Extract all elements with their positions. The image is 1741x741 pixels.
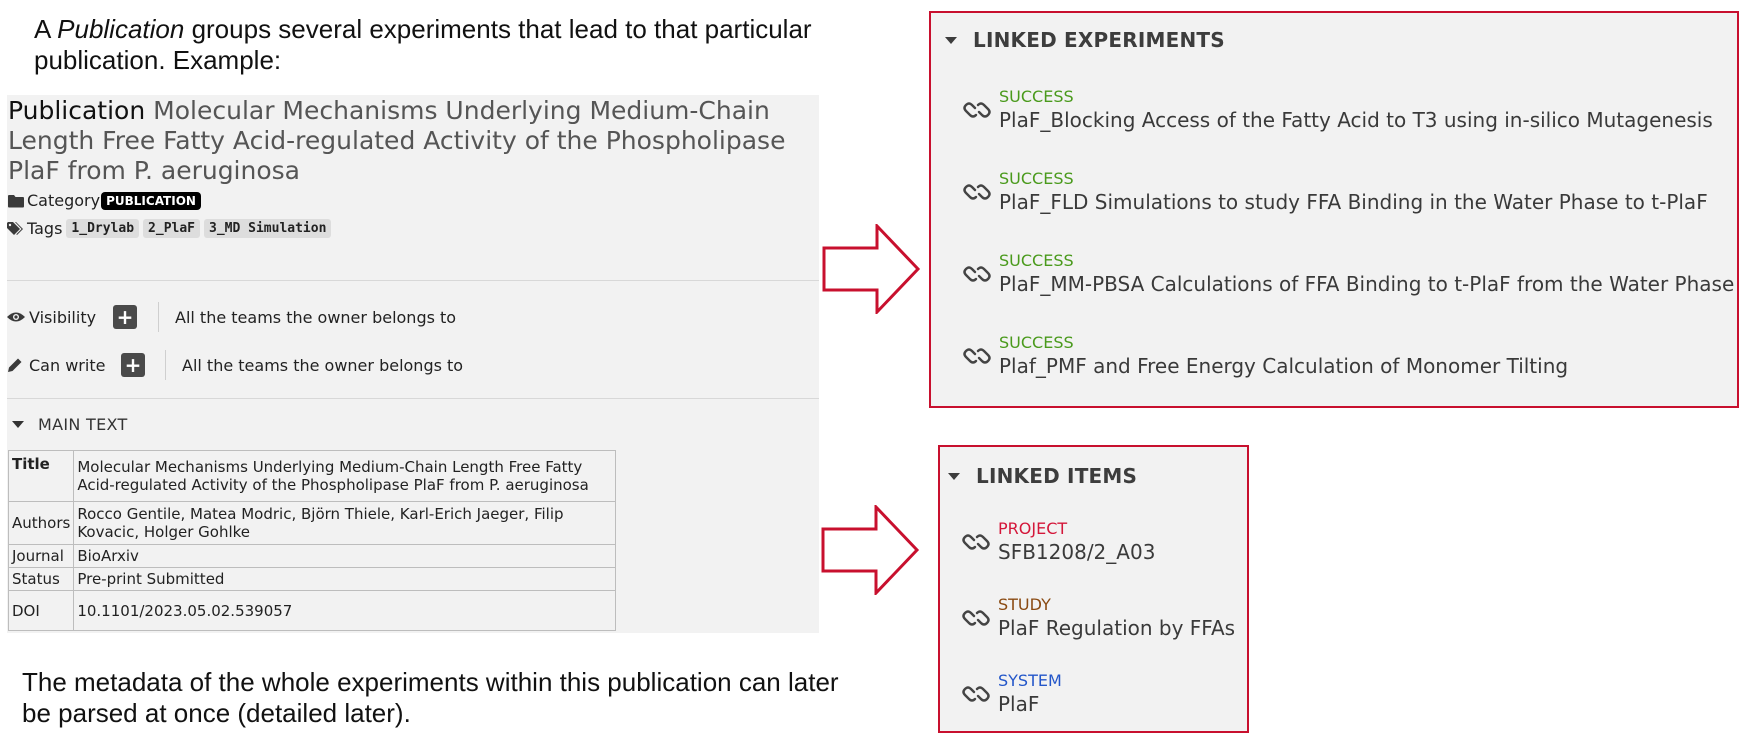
status-badge: SUCCESS [999,169,1074,188]
list-item[interactable]: PROJECT SFB1208/2_A03 [960,519,1155,565]
item-title[interactable]: SFB1208/2_A03 [998,539,1155,565]
table-cell-key: Title [7,450,75,502]
main-text-header[interactable]: MAIN TEXT [12,415,128,434]
caret-down-icon [945,36,957,44]
link-icon [960,683,992,705]
list-item[interactable]: SYSTEM PlaF [960,671,1062,717]
table-row: Status Pre-print Submitted [7,567,617,591]
linked-experiments-panel: LINKED EXPERIMENTS SUCCESS PlaF_Blocking… [929,11,1739,408]
linked-experiments-header[interactable]: LINKED EXPERIMENTS [945,28,1225,52]
can-write-value[interactable]: All the teams the owner belongs to [182,356,463,375]
table-row: Journal BioArxiv [7,544,617,568]
main-text-label: MAIN TEXT [38,415,128,434]
intro-italic: Publication [57,14,185,44]
table-cell-value: 10.1101/2023.05.02.539057 [73,590,617,631]
list-item[interactable]: STUDY PlaF Regulation by FFAs [960,595,1235,641]
intro-text: A Publication groups several experiments… [34,14,824,76]
experiment-title[interactable]: PlaF_MM-PBSA Calculations of FFA Binding… [999,271,1734,297]
link-icon [960,531,992,553]
experiment-title[interactable]: PlaF_Blocking Access of the Fatty Acid t… [999,107,1713,133]
table-cell-key: Status [7,567,75,591]
visibility-value[interactable]: All the teams the owner belongs to [175,308,456,327]
linked-items-header[interactable]: LINKED ITEMS [948,464,1137,488]
divider [165,350,166,380]
experiment-title[interactable]: PlaF_FLD Simulations to study FFA Bindin… [999,189,1708,215]
list-item[interactable]: SUCCESS PlaF_Blocking Access of the Fatt… [961,87,1713,133]
table-cell-key: Journal [7,544,75,568]
status-badge: SUCCESS [999,251,1074,270]
table-cell-value: BioArxiv [73,544,617,568]
visibility-label: Visibility [29,307,97,327]
category-badge[interactable]: PUBLICATION [101,191,201,210]
pencil-icon [7,357,25,373]
link-icon [961,181,993,203]
eye-icon [7,309,25,325]
category-badge: SYSTEM [998,671,1062,690]
tags-icon [7,221,25,237]
linked-items-title: LINKED ITEMS [976,464,1138,488]
divider [158,302,159,332]
table-cell-key: Authors [7,501,75,545]
page-title: Publication Molecular Mechanisms Underly… [8,96,818,186]
metadata-table: Title Molecular Mechanisms Underlying Me… [7,450,617,631]
title-category: Publication [8,96,146,125]
table-cell-value: Molecular Mechanisms Underlying Medium-C… [73,450,617,502]
table-row: Authors Rocco Gentile, Matea Modric, Bjö… [7,501,617,545]
category-badge: STUDY [998,595,1051,614]
experiment-title[interactable]: Plaf_PMF and Free Energy Calculation of … [999,353,1568,379]
linked-experiments-title: LINKED EXPERIMENTS [973,28,1225,52]
visibility-row: Visibility + All the teams the owner bel… [7,301,456,333]
category-label: Category [27,191,101,210]
intro-prefix: A [34,14,58,44]
list-item[interactable]: SUCCESS Plaf_PMF and Free Energy Calcula… [961,333,1568,379]
tag-item[interactable]: 2_PlaF [143,219,201,238]
divider [7,280,819,281]
table-cell-value: Rocco Gentile, Matea Modric, Björn Thiel… [73,501,617,545]
link-icon [961,263,993,285]
can-write-label: Can write [29,355,106,375]
tag-item[interactable]: 3_MD Simulation [204,219,332,238]
item-title[interactable]: PlaF Regulation by FFAs [998,615,1235,641]
outro-text: The metadata of the whole experiments wi… [22,667,839,728]
item-title[interactable]: PlaF [998,691,1062,717]
divider [7,398,819,399]
add-visibility-button[interactable]: + [113,305,137,329]
table-row: Title Molecular Mechanisms Underlying Me… [7,450,617,502]
status-badge: SUCCESS [999,87,1074,106]
publication-panel: Publication Molecular Mechanisms Underly… [7,95,819,633]
tags-row: Tags 1_Drylab 2_PlaF 3_MD Simulation [7,219,332,238]
link-icon [961,345,993,367]
table-cell-value: Pre-print Submitted [73,567,617,591]
tags-label: Tags [27,219,63,238]
folder-icon [7,193,25,209]
caret-down-icon [948,472,960,480]
linked-items-panel: LINKED ITEMS PROJECT SFB1208/2_A03 STUDY… [938,445,1249,733]
right-arrow-icon [821,505,920,595]
list-item[interactable]: SUCCESS PlaF_MM-PBSA Calculations of FFA… [961,251,1734,297]
category-row: Category PUBLICATION [7,191,201,210]
right-arrow-icon [822,224,921,314]
status-badge: SUCCESS [999,333,1074,352]
tag-item[interactable]: 1_Drylab [66,219,140,238]
table-cell-key: DOI [7,590,75,631]
link-icon [961,99,993,121]
link-icon [960,607,992,629]
caret-down-icon [12,421,24,428]
add-can-write-button[interactable]: + [121,353,145,377]
table-row: DOI 10.1101/2023.05.02.539057 [7,590,617,631]
category-badge: PROJECT [998,519,1068,538]
list-item[interactable]: SUCCESS PlaF_FLD Simulations to study FF… [961,169,1708,215]
can-write-row: Can write + All the teams the owner belo… [7,349,463,381]
